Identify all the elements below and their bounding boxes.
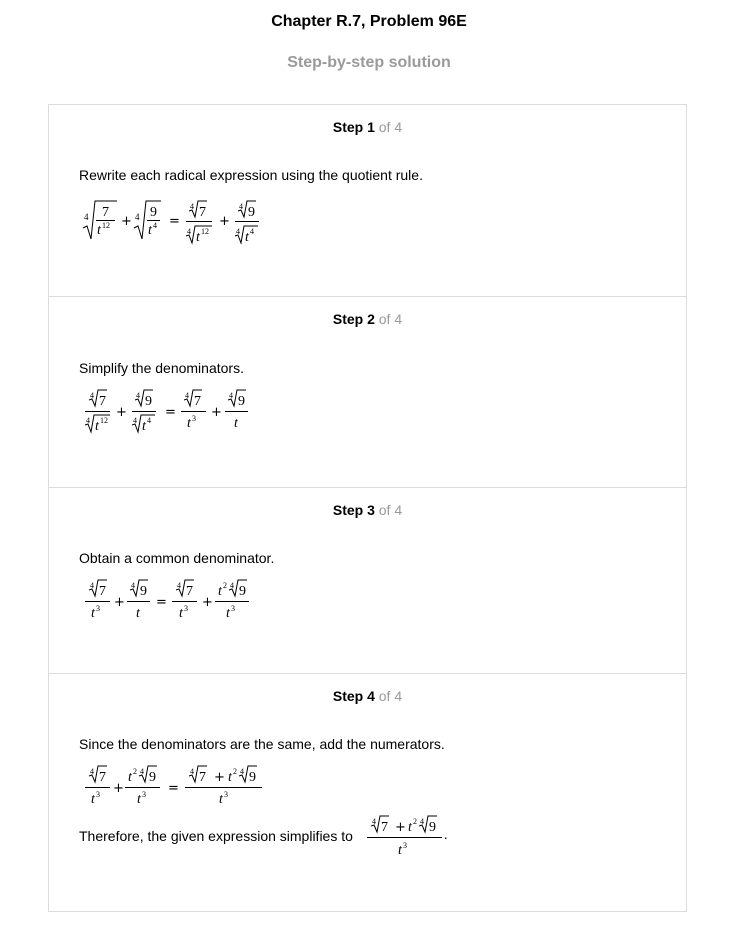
plus-sign: + xyxy=(214,770,225,785)
numerator: 9 xyxy=(238,394,245,409)
step-3-header: Step 3 of 4 xyxy=(49,502,686,519)
step-4-header: Step 4 of 4 xyxy=(49,688,686,705)
exponent: 2 xyxy=(233,767,237,776)
page-title: Chapter R.7, Problem 96E xyxy=(271,13,467,30)
plus-sign: + xyxy=(395,820,406,835)
step-4-label: Step 4 xyxy=(332,688,375,704)
step-3-label: Step 3 xyxy=(332,502,375,518)
plus-sign: + xyxy=(121,214,132,229)
plus-sign: + xyxy=(219,214,230,229)
exponent: 3 xyxy=(231,604,235,613)
numerator: 7 xyxy=(186,584,193,599)
plus-sign: + xyxy=(211,405,222,420)
numerator: 9 xyxy=(150,205,157,220)
step-4-equation: 4 7 t 3 + t 2 4 9 t 3 = 4 7 + t 2 4 9 t … xyxy=(81,764,281,808)
numerator: 7 xyxy=(99,584,106,599)
step-2-text: Simplify the denominators. xyxy=(79,360,244,376)
equals-sign: = xyxy=(156,595,167,610)
step-1-equation: 4 7 t 12 + 4 9 t 4 = 4 7 4 t 12 + 4 9 4 … xyxy=(81,197,271,249)
step-3: Step 3 of 4 Obtain a common denominator.… xyxy=(49,487,686,673)
exponent: 3 xyxy=(184,604,188,613)
plus-sign: + xyxy=(202,595,213,610)
numerator: 9 xyxy=(429,820,436,835)
step-2-equation: 4 7 4 t 12 + 4 9 4 t 4 = 4 7 t 3 + 4 9 t xyxy=(81,388,261,438)
step-1-total: of 4 xyxy=(374,119,403,135)
step-1: Step 1 of 4 Rewrite each radical express… xyxy=(49,105,686,296)
step-1-header: Step 1 of 4 xyxy=(49,119,686,136)
numerator: 9 xyxy=(140,584,147,599)
page-subtitle: Step-by-step solution xyxy=(287,54,451,71)
step-3-text: Obtain a common denominator. xyxy=(79,550,275,566)
exponent: 2 xyxy=(413,817,417,826)
numerator: 7 xyxy=(194,394,201,409)
radical-index: 4 xyxy=(135,212,140,222)
step-4-total: of 4 xyxy=(374,688,403,704)
numerator: 7 xyxy=(199,205,206,220)
numerator: 9 xyxy=(249,770,256,785)
exponent: 2 xyxy=(133,767,137,776)
exponent: 12 xyxy=(100,416,108,425)
exponent: 3 xyxy=(142,790,146,799)
step-2-header: Step 2 of 4 xyxy=(49,311,686,328)
equals-sign: = xyxy=(168,781,179,796)
numerator: 7 xyxy=(99,394,106,409)
exponent: 3 xyxy=(224,790,228,799)
step-3-equation: 4 7 t 3 + 4 9 t = 4 7 t 3 + t 2 4 9 t 3 xyxy=(81,578,271,622)
numerator: 7 xyxy=(99,770,106,785)
numerator: 7 xyxy=(381,820,388,835)
step-4-conclusion: Therefore, the given expression simplifi… xyxy=(79,828,353,844)
numerator: 7 xyxy=(102,205,109,220)
plus-sign: + xyxy=(114,595,125,610)
exponent: 3 xyxy=(96,604,100,613)
numerator: 9 xyxy=(149,770,156,785)
exponent: 3 xyxy=(96,790,100,799)
step-3-total: of 4 xyxy=(374,502,403,518)
exponent: 3 xyxy=(403,841,407,850)
numerator: 9 xyxy=(248,205,255,220)
exponent: 12 xyxy=(102,221,110,230)
step-4-text: Since the denominators are the same, add… xyxy=(79,736,445,752)
step-4: Step 4 of 4 Since the denominators are t… xyxy=(49,673,686,911)
numerator: 9 xyxy=(145,394,152,409)
equals-sign: = xyxy=(165,405,176,420)
step-1-label: Step 1 xyxy=(332,119,375,135)
exponent: 4 xyxy=(147,416,151,425)
step-2-label: Step 2 xyxy=(332,311,375,327)
step-2: Step 2 of 4 Simplify the denominators. 4… xyxy=(49,296,686,487)
exponent: 4 xyxy=(250,227,254,236)
plus-sign: + xyxy=(113,781,124,796)
exponent: 2 xyxy=(223,581,227,590)
step-1-text: Rewrite each radical expression using th… xyxy=(79,167,423,183)
denominator-var: t xyxy=(136,606,141,621)
radical-index: 4 xyxy=(84,212,89,222)
denominator-var: t xyxy=(234,416,239,431)
final-expression: 4 7 + t 2 4 9 t 3 . xyxy=(365,814,455,865)
solution-steps: Step 1 of 4 Rewrite each radical express… xyxy=(48,104,687,912)
exponent: 3 xyxy=(192,414,196,423)
step-2-total: of 4 xyxy=(374,311,403,327)
exponent: 12 xyxy=(201,227,209,236)
numerator: 9 xyxy=(239,584,246,599)
numerator: 7 xyxy=(199,770,206,785)
exponent: 4 xyxy=(153,221,157,230)
plus-sign: + xyxy=(116,405,127,420)
period: . xyxy=(444,828,448,843)
equals-sign: = xyxy=(169,214,180,229)
